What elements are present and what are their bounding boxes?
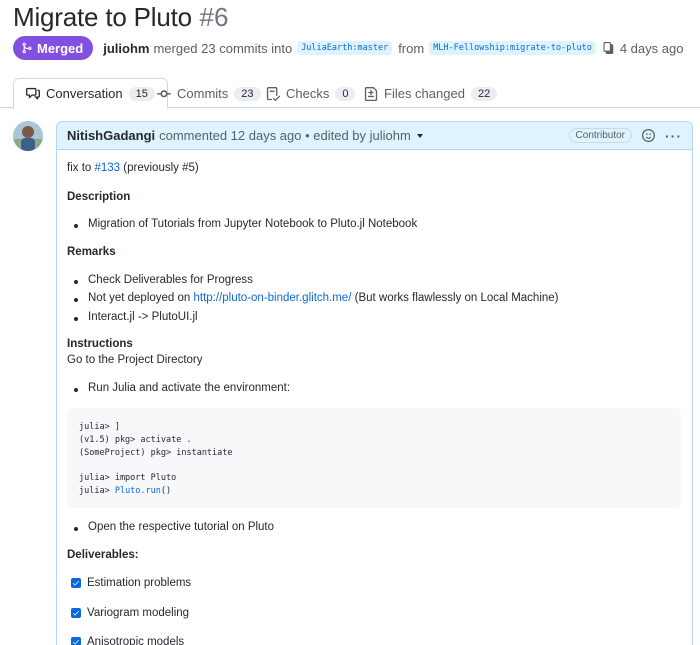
- list-item: Not yet deployed on http://pluto-on-bind…: [74, 292, 559, 304]
- commit-icon: [157, 89, 171, 97]
- deliverable-item: Anisotropic models: [71, 636, 184, 645]
- list-item: Run Julia and activate the environment:: [73, 382, 290, 394]
- smiley-icon[interactable]: [642, 129, 655, 142]
- pr-number: #6: [199, 2, 229, 32]
- pr-title: Migrate to Pluto: [13, 2, 192, 32]
- comment-header: NitishGadangi commented 12 days ago • ed…: [57, 122, 692, 150]
- tab-checks[interactable]: Checks 0: [254, 78, 367, 109]
- pr-tabs: Conversation 15 Commits 23 Checks 0 File…: [0, 78, 700, 109]
- checklist-icon: [266, 86, 280, 101]
- pr-title-row: Migrate to Pluto #6: [13, 2, 228, 33]
- contributor-badge: Contributor: [568, 128, 632, 143]
- merged-status-label: Merged: [37, 40, 84, 56]
- deliverables-heading: Deliverables:: [67, 549, 139, 561]
- merger-username[interactable]: juliohm: [103, 41, 149, 56]
- deliverable-item: Estimation problems: [71, 577, 191, 589]
- comment-icon: [26, 87, 40, 100]
- list-item: Check Deliverables for Progress: [74, 274, 253, 286]
- avatar[interactable]: [13, 121, 43, 151]
- kebab-menu-icon[interactable]: ···: [665, 128, 682, 144]
- merge-time: 4 days ago: [619, 40, 684, 56]
- tab-checks-label: Checks: [286, 86, 330, 101]
- binder-link[interactable]: http://pluto-on-binder.glitch.me/: [194, 292, 352, 304]
- git-merge-icon: [22, 42, 32, 54]
- checkbox-checked[interactable]: [71, 608, 81, 618]
- list-item: Migration of Tutorials from Jupyter Note…: [73, 218, 417, 230]
- fix-line: fix to #133 (previously #5): [67, 162, 199, 174]
- deliverable-item: Variogram modeling: [71, 607, 189, 619]
- instructions-text: Go to the Project Directory: [67, 354, 203, 366]
- code-block[interactable]: julia> ] (v1.5) pkg> activate . (SomePro…: [67, 408, 681, 508]
- chevron-down-icon[interactable]: [416, 133, 423, 138]
- list-item: Interact.jl -> PlutoUI.jl: [74, 311, 198, 323]
- tab-commits-label: Commits: [177, 86, 229, 101]
- base-branch[interactable]: JuliaEarth:master: [297, 41, 393, 55]
- tab-files-changed[interactable]: Files changed 22: [352, 78, 509, 109]
- tab-files-changed-label: Files changed: [384, 86, 465, 101]
- merged-status-badge: Merged: [13, 36, 94, 60]
- copy-icon[interactable]: [602, 42, 614, 54]
- checkbox-checked[interactable]: [71, 578, 81, 588]
- comment-box: NitishGadangi commented 12 days ago • ed…: [56, 121, 693, 645]
- merge-action-text: merged 23 commits into: [153, 40, 293, 56]
- comment-author[interactable]: NitishGadangi: [67, 128, 155, 143]
- fix-suffix: (previously #5): [123, 162, 199, 174]
- instructions-heading: Instructions: [67, 338, 133, 350]
- tab-files-changed-count: 22: [470, 86, 498, 101]
- head-branch[interactable]: MLH-Fellowship:migrate-to-pluto: [429, 41, 596, 55]
- from-text: from: [398, 40, 425, 56]
- remarks-heading: Remarks: [67, 246, 116, 258]
- pr-meta: Merged juliohm merged 23 commits into Ju…: [13, 36, 683, 60]
- comment-meta: commented 12 days ago • edited by julioh…: [159, 128, 411, 143]
- description-heading: Description: [67, 191, 131, 203]
- fix-prefix: fix to: [67, 162, 92, 174]
- tab-conversation-label: Conversation: [46, 86, 123, 101]
- issue-link[interactable]: #133: [95, 162, 121, 174]
- file-diff-icon: [364, 86, 378, 101]
- checkbox-checked[interactable]: [71, 637, 81, 645]
- list-item: Open the respective tutorial on Pluto: [73, 521, 274, 533]
